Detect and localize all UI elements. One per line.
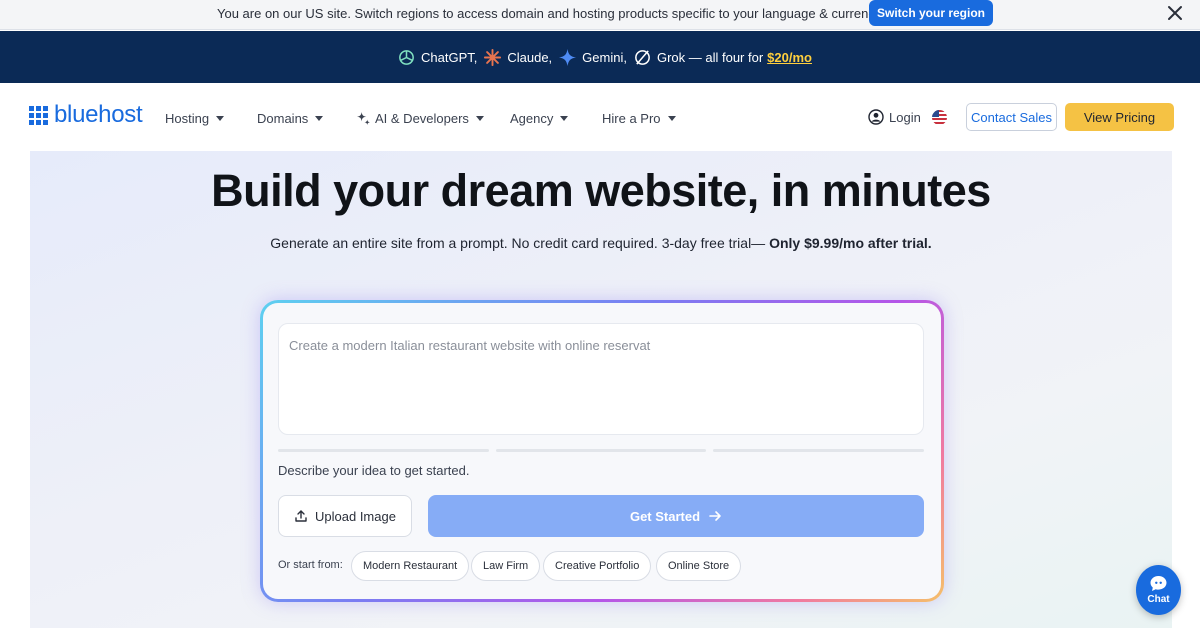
- start-from-label: Or start from:: [278, 559, 343, 571]
- nav-domains-label: Domains: [257, 111, 309, 126]
- caret-down-icon: [475, 116, 484, 121]
- promo-price[interactable]: $20/mo: [767, 50, 812, 65]
- login-label: Login: [889, 109, 921, 125]
- nav-ai-developers[interactable]: AI & Developers: [356, 111, 484, 126]
- login-link[interactable]: Login: [868, 109, 921, 125]
- main-nav: bluehost Hosting Domains AI & Developers…: [0, 83, 1200, 151]
- grok-icon: [633, 48, 652, 67]
- close-icon[interactable]: [1164, 2, 1186, 24]
- hero-subtitle-text: Generate an entire site from a prompt. N…: [270, 235, 770, 251]
- hero-subtitle: Generate an entire site from a prompt. N…: [30, 235, 1172, 251]
- region-message: You are on our US site. Switch regions t…: [217, 6, 884, 21]
- view-pricing-button[interactable]: View Pricing: [1065, 103, 1174, 131]
- nav-hosting-label: Hosting: [165, 111, 210, 126]
- promo-content: ChatGPT, Claude, Gemini, Grok — all four…: [397, 46, 812, 68]
- hero-title: Build your dream website, in minutes: [211, 165, 991, 216]
- nav-hosting[interactable]: Hosting: [165, 111, 225, 126]
- user-icon: [868, 109, 884, 125]
- promo-grok: Grok — all four for: [656, 49, 764, 65]
- progress-indicator: [278, 449, 925, 452]
- bluehost-logo[interactable]: bluehost: [29, 101, 143, 129]
- chat-widget-button[interactable]: Chat: [1136, 565, 1181, 615]
- ai-promo-bar[interactable]: ChatGPT, Claude, Gemini, Grok — all four…: [0, 31, 1200, 83]
- prompt-card-inner: Describe your idea to get started. Uploa…: [263, 303, 941, 599]
- switch-region-button[interactable]: Switch your region: [869, 0, 993, 26]
- upload-image-button[interactable]: Upload Image: [278, 495, 412, 537]
- us-flag-icon[interactable]: [932, 110, 947, 125]
- caret-down-icon: [667, 116, 676, 121]
- nav-hire-a-pro-label: Hire a Pro: [602, 111, 661, 126]
- caret-down-icon: [560, 116, 569, 121]
- caret-down-icon: [216, 116, 225, 121]
- upload-icon: [295, 510, 307, 522]
- chat-icon: [1150, 576, 1167, 591]
- region-banner: You are on our US site. Switch regions t…: [0, 0, 1200, 30]
- claude-icon: [483, 48, 502, 67]
- get-started-label: Get Started: [629, 508, 701, 524]
- hero-section: Build your dream website, in minutes Gen…: [30, 151, 1172, 628]
- chatgpt-icon: [397, 48, 416, 67]
- nav-domains[interactable]: Domains: [257, 111, 324, 126]
- arrow-right-icon: [709, 511, 721, 521]
- promo-claude: Claude,: [507, 49, 553, 65]
- sparkle-icon: [356, 111, 371, 126]
- nav-hire-a-pro[interactable]: Hire a Pro: [602, 111, 676, 126]
- caret-down-icon: [315, 116, 324, 121]
- promo-gemini: Gemini,: [582, 49, 627, 65]
- hero-subtitle-price: Only $9.99/mo after trial.: [769, 235, 932, 251]
- template-chip-modern-restaurant[interactable]: Modern Restaurant: [351, 551, 470, 581]
- logo-text: bluehost: [54, 101, 143, 128]
- nav-ai-developers-label: AI & Developers: [375, 111, 469, 126]
- upload-image-label: Upload Image: [315, 508, 396, 524]
- template-chip-creative-portfolio[interactable]: Creative Portfolio: [543, 551, 652, 581]
- contact-sales-button[interactable]: Contact Sales: [966, 103, 1057, 131]
- template-chip-online-store[interactable]: Online Store: [656, 551, 742, 581]
- chat-label: Chat: [1147, 594, 1170, 605]
- nav-agency-label: Agency: [510, 111, 554, 126]
- prompt-card: Describe your idea to get started. Uploa…: [260, 300, 944, 602]
- nav-agency[interactable]: Agency: [510, 111, 569, 126]
- promo-chatgpt: ChatGPT,: [421, 49, 478, 65]
- get-started-button[interactable]: Get Started: [428, 495, 924, 537]
- gemini-icon: [558, 48, 577, 67]
- prompt-input[interactable]: [278, 323, 924, 435]
- describe-hint: Describe your idea to get started.: [278, 463, 470, 478]
- logo-grid-icon: [29, 105, 48, 125]
- template-chip-law-firm[interactable]: Law Firm: [471, 551, 541, 581]
